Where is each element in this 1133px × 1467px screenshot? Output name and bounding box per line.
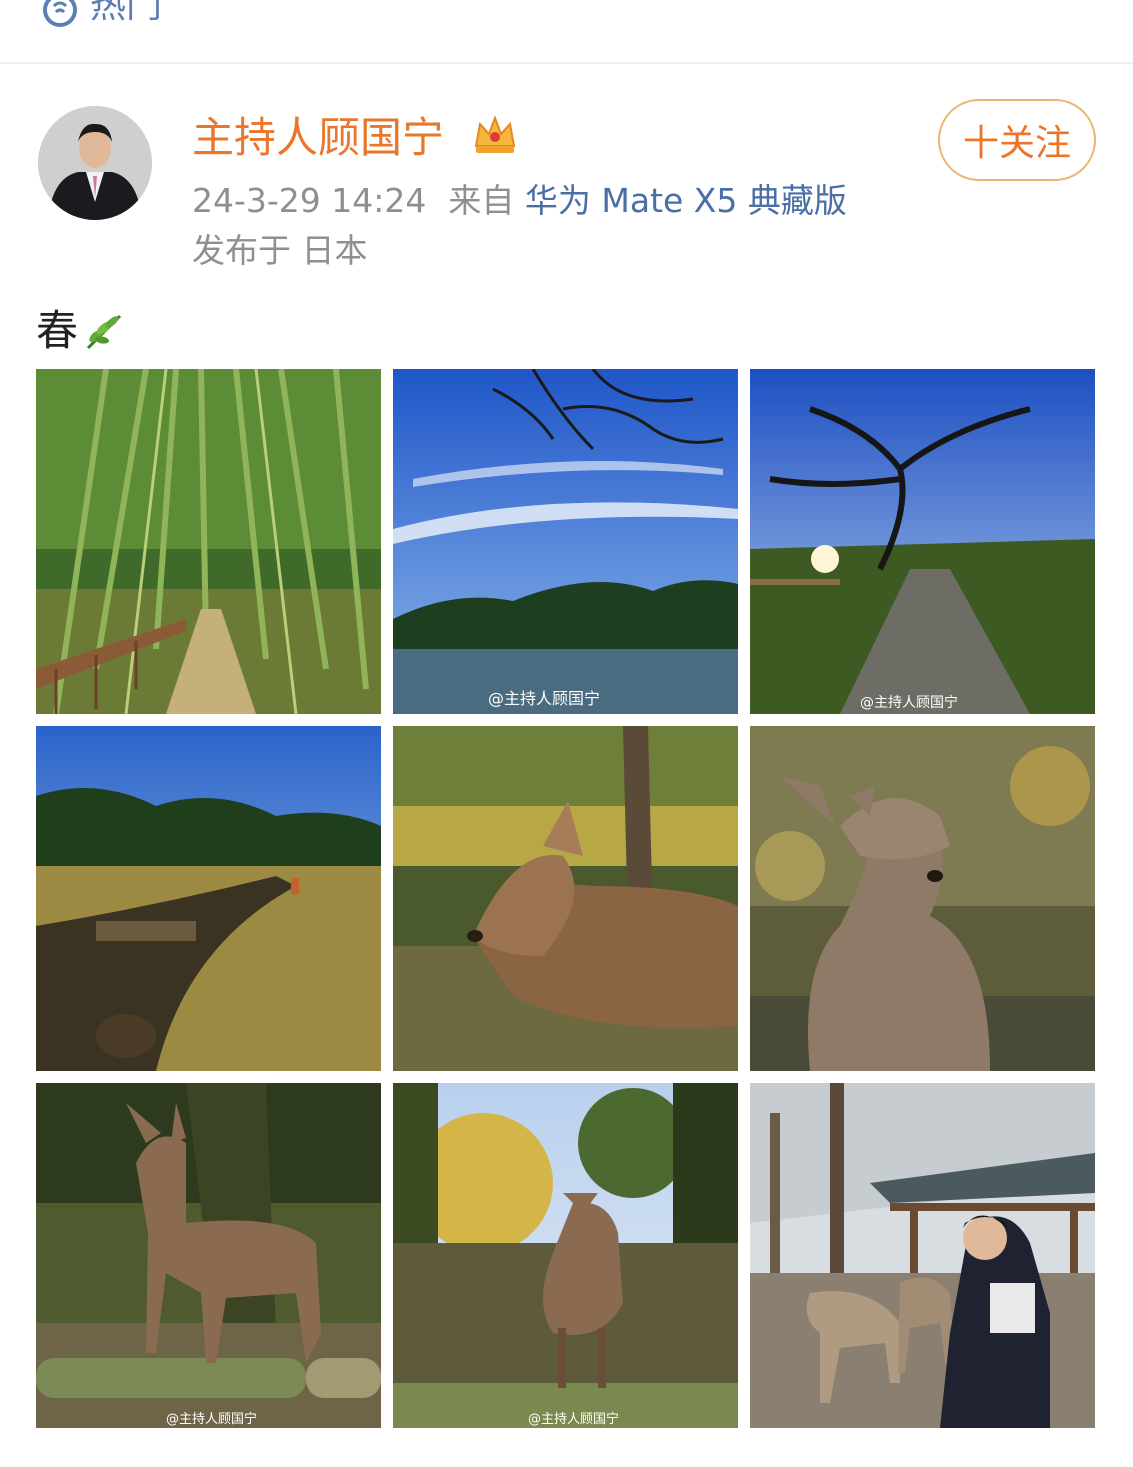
photo-2[interactable]: @主持人顾国宁 — [393, 369, 738, 714]
device-link[interactable]: 华为 Mate X5 典藏版 — [525, 181, 847, 220]
post-location: 发布于 日本 — [192, 231, 368, 270]
vip-crown-icon — [474, 115, 516, 153]
photo-6[interactable] — [750, 726, 1095, 1071]
source-prefix: 来自 — [448, 181, 515, 220]
avatar[interactable] — [38, 106, 152, 220]
photo-5[interactable] — [393, 726, 738, 1071]
photo-3-watermark: @主持人顾国宁 — [860, 694, 958, 711]
follow-button[interactable]: 十关注 — [938, 99, 1096, 181]
hot-topic-icon[interactable] — [40, 0, 80, 32]
photo-3[interactable]: @主持人顾国宁 — [750, 369, 1095, 714]
photo-9[interactable] — [750, 1083, 1095, 1428]
post-meta: 24-3-29 14:24 来自 华为 Mate X5 典藏版 — [192, 178, 847, 224]
leaf-emoji-icon — [86, 314, 122, 350]
photo-7-watermark: @主持人顾国宁 — [166, 1411, 257, 1427]
photo-8-watermark: @主持人顾国宁 — [528, 1411, 619, 1427]
post-text: 春 — [36, 306, 79, 355]
photo-1[interactable] — [36, 369, 381, 714]
photo-2-watermark: @主持人顾国宁 — [488, 689, 600, 708]
photo-7[interactable]: @主持人顾国宁 — [36, 1083, 381, 1428]
photo-4[interactable] — [36, 726, 381, 1071]
author-name[interactable]: 主持人顾国宁 — [192, 112, 444, 164]
post-timestamp: 24-3-29 14:24 — [192, 181, 427, 220]
photo-8[interactable]: @主持人顾国宁 — [393, 1083, 738, 1428]
hot-tab-label[interactable]: 热门 — [90, 0, 162, 26]
top-tab-bar: 热门 — [0, 0, 1133, 64]
